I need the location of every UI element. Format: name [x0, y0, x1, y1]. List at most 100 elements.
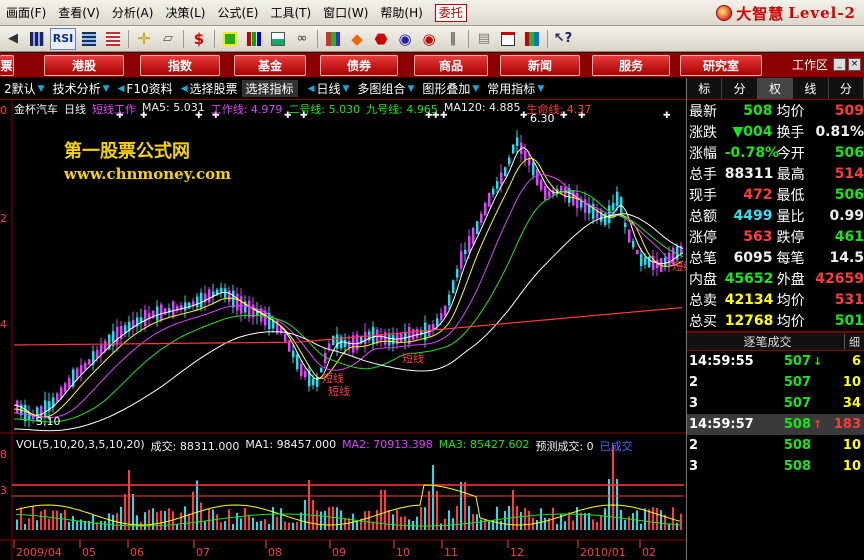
candle-body — [448, 294, 451, 306]
tick-row[interactable]: 2 508 10 — [687, 435, 864, 456]
volume-bar — [280, 508, 282, 530]
volume-bar — [500, 520, 502, 530]
stats-icon[interactable] — [322, 28, 344, 50]
pause-icon[interactable]: ‖ — [442, 28, 464, 50]
candle-body — [88, 359, 91, 365]
print-icon[interactable]: ▤ — [473, 28, 495, 50]
nav-hk-stocks[interactable]: 港股 — [44, 55, 124, 76]
tab-mark[interactable]: 标 — [687, 78, 723, 99]
period-select[interactable]: ◀ 日线 ▼ — [304, 80, 354, 97]
tick-detail-button[interactable]: 细 — [844, 333, 860, 350]
binoculars-icon[interactable]: ∞ — [291, 28, 313, 50]
back-icon[interactable]: ◀ — [2, 28, 24, 50]
tick-row[interactable]: 14:59:57 508 ↑ 183 — [687, 414, 864, 435]
nav-research[interactable]: 研究室 — [680, 55, 762, 76]
nav-commodity[interactable]: 商品 — [414, 55, 488, 76]
nav-news[interactable]: 新闻 — [500, 55, 580, 76]
crosshair-icon[interactable]: ✛ — [133, 28, 155, 50]
volume-bar — [288, 522, 290, 530]
stop-icon[interactable]: ⬣ — [370, 28, 392, 50]
multi-chart[interactable]: 多图组合 ▼ — [353, 80, 418, 97]
overlay-chart[interactable]: 图形叠加 ▼ — [418, 80, 483, 97]
volume-bar — [468, 506, 470, 530]
candle-body — [284, 333, 287, 343]
tab-minute[interactable]: 分 — [722, 78, 758, 99]
tick-time: 3 — [689, 396, 699, 411]
quote-value: 12768 — [724, 312, 774, 329]
help-icon[interactable]: ↖? — [552, 28, 574, 50]
quote-value: 461 — [834, 228, 864, 245]
table-icon[interactable] — [102, 28, 124, 50]
grid-icon[interactable] — [26, 28, 48, 50]
brand-icon — [716, 5, 733, 21]
tick-row[interactable]: 3 508 10 — [687, 456, 864, 477]
y-tick-label: 2 — [0, 212, 7, 225]
menu-help[interactable]: 帮助(H) — [374, 2, 428, 24]
nav-stock-tab[interactable]: 票 — [0, 55, 14, 76]
trade-icon[interactable]: $ — [188, 28, 210, 50]
select-stock[interactable]: ◀ 选择股票 — [177, 80, 242, 97]
tab-line[interactable]: 线 — [793, 78, 829, 99]
tab-split[interactable]: 分 — [829, 78, 864, 99]
candle-body — [292, 350, 295, 358]
nav-bond[interactable]: 债券 — [320, 55, 398, 76]
tick-row[interactable]: 14:59:55 507 ↓ 6 — [687, 351, 864, 372]
candle-body — [172, 301, 175, 318]
menu-tools[interactable]: 工具(T) — [264, 2, 317, 24]
volume-bar — [180, 512, 182, 530]
quote-value: 42659 — [815, 270, 864, 287]
tech-analysis[interactable]: 技术分析 ▼ — [49, 80, 114, 97]
tick-volume: 10 — [842, 438, 861, 453]
rsi-icon[interactable]: RSI — [50, 27, 76, 50]
eye2-icon[interactable]: ◉ — [418, 28, 440, 50]
vol-value: 成交: 88311.000 — [150, 440, 240, 453]
tick-row[interactable]: 3 507 34 — [687, 393, 864, 414]
minimize-icon[interactable]: _ — [833, 58, 846, 71]
eye-icon[interactable]: ◉ — [394, 28, 416, 50]
nav-service[interactable]: 服务 — [592, 55, 670, 76]
tick-row[interactable]: 2 507 10 — [687, 372, 864, 393]
line9-value: 九号线: 4.965 — [366, 103, 438, 116]
volume-bar — [256, 521, 258, 530]
candle-body — [184, 302, 187, 311]
quote-tabs: 标 分 权 线 分 — [687, 78, 864, 100]
chart-toolbar: 2默认 ▼ 技术分析 ▼ ◀ F10资料 ◀ 选择股票 选择指标 ◀ 日线 ▼ 多图组合 ▼ … — [0, 78, 686, 100]
volume-bar — [624, 519, 626, 530]
f10-info[interactable]: ◀ F10资料 — [114, 80, 177, 97]
candle-body — [576, 193, 579, 209]
bars-icon[interactable] — [243, 28, 265, 50]
chart-icon[interactable] — [267, 28, 289, 50]
quote-value: 501 — [834, 312, 864, 329]
layout-default[interactable]: 2默认 ▼ — [0, 80, 49, 97]
books-icon[interactable] — [521, 28, 543, 50]
candle-body — [388, 333, 391, 346]
volume-legend: VOL(5,10,20,3,5,10,20) 成交: 88311.000 MA1… — [16, 438, 633, 454]
menu-analysis[interactable]: 分析(A) — [106, 2, 160, 24]
select-indicator[interactable]: 选择指标 — [241, 80, 298, 97]
menu-window[interactable]: 窗口(W) — [317, 2, 374, 24]
close-icon[interactable]: × — [848, 58, 861, 71]
candle-body — [620, 197, 623, 213]
candle-body — [628, 229, 631, 243]
tick-volume: 6 — [851, 354, 861, 369]
nav-fund[interactable]: 基金 — [234, 55, 306, 76]
common-indicators[interactable]: 常用指标 ▼ — [483, 80, 548, 97]
volume-bar — [128, 470, 130, 530]
entrust-button[interactable]: 委托 — [434, 3, 467, 22]
window-icon[interactable] — [497, 28, 519, 50]
menu-screen[interactable]: 画面(F) — [0, 2, 52, 24]
candle-body — [248, 300, 251, 318]
ruler-icon[interactable]: ▱ — [157, 28, 179, 50]
menu-decision[interactable]: 决策(L) — [159, 2, 211, 24]
menu-view[interactable]: 查看(V) — [52, 2, 106, 24]
board-icon[interactable] — [219, 28, 241, 50]
list-icon[interactable] — [78, 28, 100, 50]
workzone-label[interactable]: 工作区 — [792, 55, 828, 76]
diamond-icon[interactable]: ◆ — [346, 28, 368, 50]
x-tick-label: 05 — [82, 546, 96, 559]
tab-rights[interactable]: 权 — [757, 78, 794, 99]
nav-index[interactable]: 指数 — [140, 55, 220, 76]
quote-value: 6095 — [733, 249, 773, 266]
stock-name: 金杯汽车 — [14, 103, 58, 116]
menu-formula[interactable]: 公式(E) — [212, 2, 265, 24]
